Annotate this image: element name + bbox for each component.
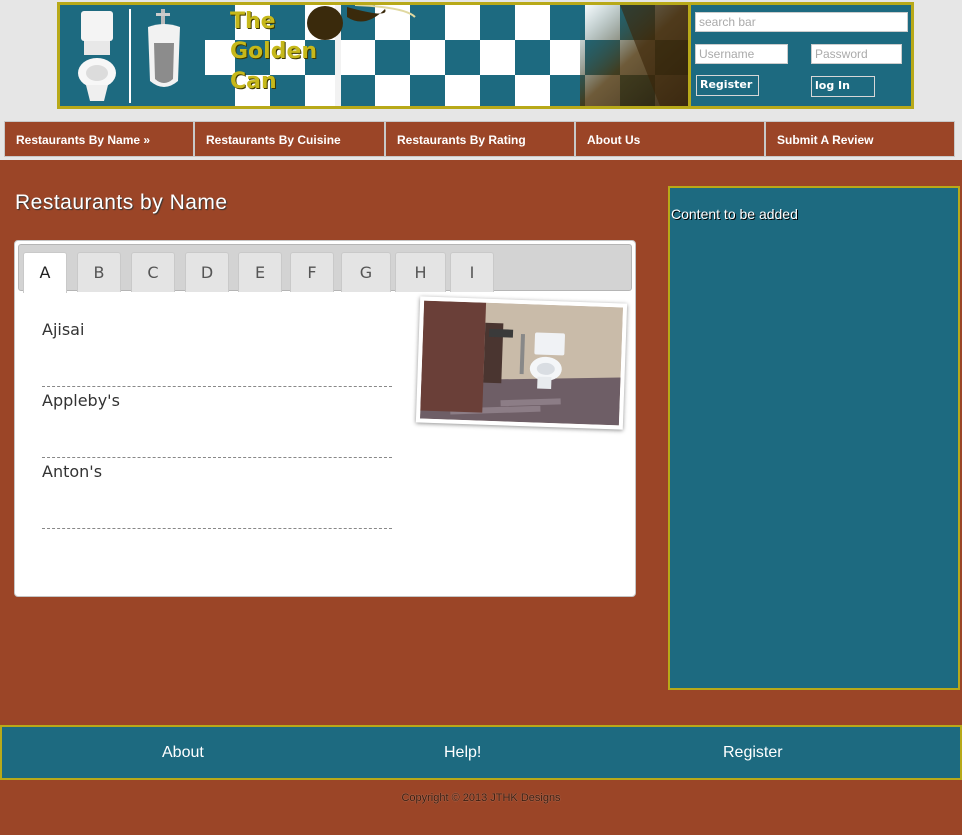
footer-nav: About Help! Register <box>0 725 962 780</box>
restaurant-list-item[interactable]: Appleby's <box>42 388 392 458</box>
tab-panel: A B C D E F G H I Ajisai Appleby's Anton… <box>14 240 636 597</box>
site-header: The Golden Can search bar Username Passw… <box>57 2 914 109</box>
restroom-photo <box>415 296 628 430</box>
sidebar-placeholder-text: Content to be added <box>671 206 798 222</box>
copyright-text: Copyright © 2013 JTHK Designs <box>401 792 561 804</box>
tab-a[interactable]: A <box>23 252 67 293</box>
nav-item-about-us[interactable]: About Us <box>575 121 765 157</box>
restaurant-list-item[interactable]: Anton's <box>42 459 392 529</box>
toilet-icon <box>78 11 116 101</box>
page-title: Restaurants by Name <box>15 191 228 214</box>
footer-link-help[interactable]: Help! <box>444 727 481 778</box>
login-panel: search bar Username Password Register lo… <box>691 5 911 106</box>
banner-divider <box>129 9 131 103</box>
grime-overlay-icon <box>580 5 688 106</box>
urinal-icon <box>148 9 180 87</box>
tab-g[interactable]: G <box>341 252 391 292</box>
sidebar: Content to be added <box>668 186 960 690</box>
drain-art-icon <box>307 5 416 106</box>
footer-link-about[interactable]: About <box>162 727 204 778</box>
register-button[interactable]: Register <box>696 75 759 96</box>
restaurant-list-item[interactable]: Ajisai <box>42 317 392 387</box>
nav-item-restaurants-by-cuisine[interactable]: Restaurants By Cuisine <box>194 121 385 157</box>
tab-h[interactable]: H <box>395 252 446 292</box>
site-banner: The Golden Can <box>60 5 691 106</box>
restroom-photo-icon <box>420 300 623 426</box>
login-button[interactable]: log In <box>811 76 875 97</box>
tab-c[interactable]: C <box>131 252 175 292</box>
search-input[interactable]: search bar <box>695 12 908 32</box>
tab-i[interactable]: I <box>450 252 494 292</box>
restaurant-name[interactable]: Anton's <box>42 462 102 481</box>
tab-d[interactable]: D <box>185 252 229 292</box>
main-nav: Restaurants By Name » Restaurants By Cui… <box>4 121 958 159</box>
tab-strip: A B C D E F G H I <box>18 244 632 293</box>
fixtures-panel <box>60 5 205 106</box>
password-field[interactable]: Password <box>811 44 902 64</box>
nav-item-restaurants-by-name[interactable]: Restaurants By Name » <box>4 121 194 157</box>
tab-f[interactable]: F <box>290 252 334 292</box>
footer-link-register[interactable]: Register <box>723 727 783 778</box>
restaurant-name[interactable]: Ajisai <box>42 320 84 339</box>
username-field[interactable]: Username <box>695 44 788 64</box>
tab-e[interactable]: E <box>238 252 282 292</box>
tab-b[interactable]: B <box>77 252 121 292</box>
restaurant-name[interactable]: Appleby's <box>42 391 120 410</box>
footer: Copyright © 2013 JTHK Designs <box>0 780 962 835</box>
main-content: Restaurants by Name A B C D E F G H I Aj… <box>0 160 962 726</box>
nav-item-restaurants-by-rating[interactable]: Restaurants By Rating <box>385 121 575 157</box>
nav-item-submit-review[interactable]: Submit A Review <box>765 121 955 157</box>
